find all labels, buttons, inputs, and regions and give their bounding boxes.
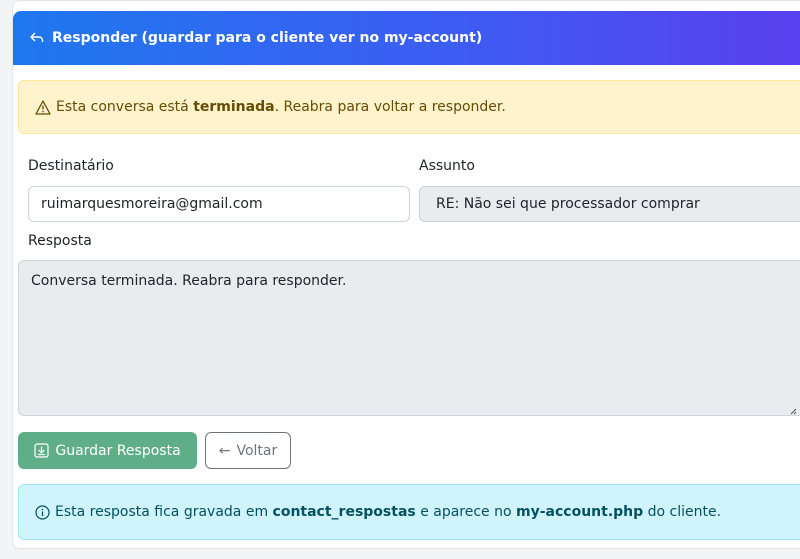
save-reply-label: Guardar Resposta <box>55 442 181 459</box>
subject-field[interactable]: RE: Não sei que processador comprar <box>419 186 800 222</box>
info-strong-page: my-account.php <box>516 504 644 520</box>
arrow-left-icon: ← <box>218 442 231 459</box>
alert-text-suffix: . Reabra para voltar a responder. <box>274 99 506 115</box>
alert-text-strong: terminada <box>193 99 275 115</box>
subject-label: Assunto <box>419 158 475 174</box>
info-strong-table: contact_respostas <box>272 504 416 520</box>
recipient-field[interactable]: ruimarquesmoreira@gmail.com <box>28 186 410 222</box>
back-button[interactable]: ← Voltar <box>205 432 291 469</box>
info-text-2: e aparece no <box>420 504 512 520</box>
recipient-value: ruimarquesmoreira@gmail.com <box>41 196 263 212</box>
info-text-1: Esta resposta fica gravada em <box>55 504 269 520</box>
reply-textarea[interactable]: Conversa terminada. Reabra para responde… <box>18 260 800 416</box>
save-download-icon <box>34 443 49 458</box>
warning-triangle-icon <box>35 99 51 115</box>
back-label: Voltar <box>236 442 278 459</box>
resize-grip-icon[interactable] <box>789 403 797 415</box>
reply-icon <box>30 32 44 44</box>
card-title: Responder (guardar para o cliente ver no… <box>52 30 483 46</box>
reply-label: Resposta <box>28 233 92 249</box>
info-text-3: do cliente. <box>647 504 722 520</box>
closed-conversation-alert: Esta conversa está terminada. Reabra par… <box>18 80 800 134</box>
recipient-label: Destinatário <box>28 158 114 174</box>
info-circle-icon <box>35 504 50 520</box>
reply-value: Conversa terminada. Reabra para responde… <box>31 273 347 289</box>
subject-value: RE: Não sei que processador comprar <box>436 196 700 212</box>
alert-text-prefix: Esta conversa está <box>56 99 189 115</box>
card-header: Responder (guardar para o cliente ver no… <box>13 11 800 65</box>
info-alert: Esta resposta fica gravada em contact_re… <box>18 484 800 540</box>
save-reply-button[interactable]: Guardar Resposta <box>18 432 197 469</box>
